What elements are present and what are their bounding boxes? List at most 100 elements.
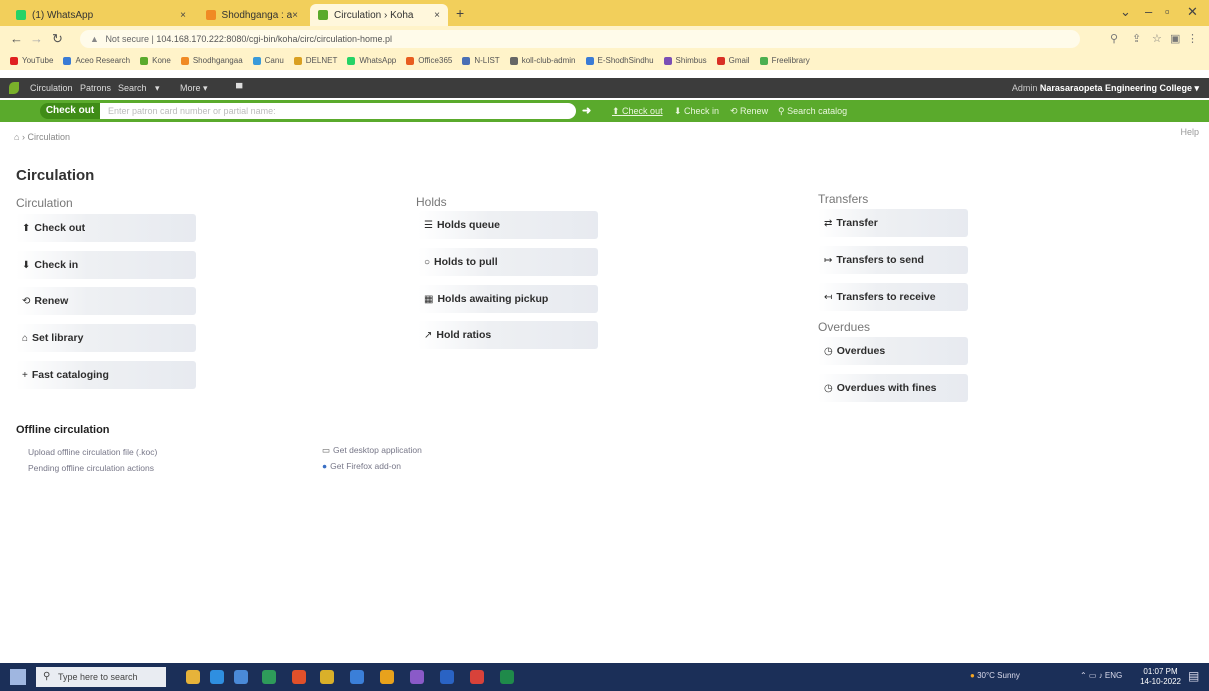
- bookmark-item[interactable]: WhatsApp: [347, 52, 396, 70]
- holds-link-holds-queue[interactable]: ☰ Holds queue: [418, 211, 598, 239]
- overdues-link-icon: ◷: [824, 382, 833, 394]
- get-desktop-app-link[interactable]: ▭ Get desktop application: [322, 445, 422, 456]
- get-firefox-addon-link[interactable]: ● Get Firefox add-on: [322, 461, 401, 471]
- holds-link-holds-awaiting-pickup[interactable]: ▦ Holds awaiting pickup: [418, 285, 598, 313]
- folder-icon[interactable]: [320, 670, 334, 684]
- logged-in-user[interactable]: Admin Narasaraopeta Engineering College …: [1012, 83, 1199, 94]
- tab-check-in[interactable]: ⬇ Check in: [674, 106, 719, 117]
- circulation-heading: Circulation: [16, 196, 73, 210]
- system-tray-icons[interactable]: ⌃ ▭ ♪ ENG: [1080, 671, 1122, 680]
- cart-icon[interactable]: ▀: [236, 83, 242, 93]
- close-icon[interactable]: ×: [180, 10, 186, 21]
- app-icon[interactable]: [410, 670, 424, 684]
- bookmark-item[interactable]: Kone: [140, 52, 171, 70]
- bookmark-item[interactable]: Freelibrary: [759, 52, 810, 70]
- circulation-link-check-out[interactable]: ⬆ Check out: [16, 214, 196, 242]
- weather-widget[interactable]: ● 30°C Sunny: [970, 671, 1020, 680]
- search-dropdown-icon[interactable]: ▾: [155, 83, 160, 94]
- zoom-icon[interactable]: ⚲: [1110, 32, 1118, 45]
- bookmark-item[interactable]: Aceo Research: [63, 52, 130, 70]
- transfers-link-transfer[interactable]: ⇄ Transfer: [818, 209, 968, 237]
- nav-search[interactable]: Search: [118, 83, 147, 93]
- firefox-taskbar-icon[interactable]: [292, 670, 306, 684]
- close-icon[interactable]: ×: [434, 10, 440, 21]
- edge-icon[interactable]: [210, 670, 224, 684]
- profile-icon[interactable]: ⋮: [1187, 32, 1198, 45]
- bookmark-label: Aceo Research: [75, 56, 131, 65]
- circulation-link-set-library[interactable]: ⌂ Set library: [16, 324, 196, 352]
- share-icon[interactable]: ⇪: [1132, 32, 1141, 45]
- bookmark-item[interactable]: DELNET: [293, 52, 338, 70]
- help-link[interactable]: Help: [1180, 127, 1199, 137]
- maximize-icon[interactable]: ▫: [1165, 4, 1170, 19]
- star-icon[interactable]: ☆: [1152, 32, 1162, 45]
- clock[interactable]: 01:07 PM 14-10-2022: [1140, 667, 1181, 687]
- chrome-icon[interactable]: [380, 670, 394, 684]
- bookmark-item[interactable]: Shimbus: [663, 52, 707, 70]
- circulation-link-fast-cataloging[interactable]: + Fast cataloging: [16, 361, 196, 389]
- bookmark-item[interactable]: Gmail: [716, 52, 750, 70]
- holds-link-holds-to-pull[interactable]: ○ Holds to pull: [418, 248, 598, 276]
- overdues-link-overdues[interactable]: ◷ Overdues: [818, 337, 968, 365]
- notifications-icon[interactable]: ▤: [1188, 669, 1199, 683]
- bookmark-item[interactable]: Canu: [252, 52, 284, 70]
- forward-icon[interactable]: →: [30, 31, 43, 46]
- checkout-search-button[interactable]: Check out: [40, 103, 100, 119]
- koha-logo-icon[interactable]: [9, 82, 19, 94]
- close-window-icon[interactable]: ✕: [1187, 4, 1198, 20]
- windows-start-icon[interactable]: [10, 669, 26, 685]
- bookmark-icon: [462, 57, 471, 65]
- bookmark-label: DELNET: [305, 56, 338, 65]
- taskbar-search-input[interactable]: ⚲ Type here to search: [36, 667, 166, 687]
- word-icon[interactable]: [440, 670, 454, 684]
- transfers-link-transfers-to-send[interactable]: ↦ Transfers to send: [818, 246, 968, 274]
- new-tab-button[interactable]: +: [456, 5, 464, 21]
- overdues-link-overdues-with-fines[interactable]: ◷ Overdues with fines: [818, 374, 968, 402]
- bookmark-icon: [716, 57, 725, 65]
- bookmark-item[interactable]: N-LIST: [462, 52, 500, 70]
- extension-icon[interactable]: ▣: [1170, 32, 1180, 45]
- circulation-link-renew[interactable]: ⟲ Renew: [16, 287, 196, 315]
- bookmark-item[interactable]: Office365: [406, 52, 452, 70]
- file-explorer-icon[interactable]: [186, 670, 200, 684]
- bookmark-item[interactable]: YouTube: [10, 52, 53, 70]
- patron-search-input[interactable]: Enter patron card number or partial name…: [100, 103, 576, 119]
- nav-circulation[interactable]: Circulation: [30, 83, 73, 93]
- app-icon[interactable]: [262, 670, 276, 684]
- tab-check-out[interactable]: ⬆ Check out: [612, 106, 663, 117]
- circulation-link-icon: ⌂: [22, 332, 29, 344]
- app-icon[interactable]: [470, 670, 484, 684]
- circulation-link-check-in[interactable]: ⬇ Check in: [16, 251, 196, 279]
- home-icon[interactable]: ⌂: [14, 132, 19, 142]
- url-field[interactable]: ▲ Not secure | 104.168.170.222:8080/cgi-…: [80, 30, 1080, 48]
- tab-label: Check in: [684, 106, 720, 116]
- nav-more[interactable]: More ▾: [180, 83, 208, 94]
- breadcrumb-current: Circulation: [27, 132, 70, 142]
- tab-shodhganga[interactable]: Shodhganga : a reservoir of Ind ×: [198, 4, 306, 26]
- submit-arrow-icon[interactable]: ➜: [582, 104, 591, 117]
- tab-renew[interactable]: ⟲ Renew: [730, 106, 768, 117]
- bookmark-item[interactable]: Shodhgangaa: [180, 52, 243, 70]
- close-icon[interactable]: ×: [292, 10, 298, 21]
- tab-whatsapp[interactable]: (1) WhatsApp ×: [8, 4, 194, 26]
- excel-icon[interactable]: [500, 670, 514, 684]
- nav-patrons[interactable]: Patrons: [80, 83, 111, 93]
- upload-offline-file-link[interactable]: Upload offline circulation file (.koc): [28, 447, 157, 457]
- task-view-icon[interactable]: [234, 670, 248, 684]
- link-label: Holds to pull: [434, 256, 498, 268]
- offline-circulation-heading: Offline circulation: [16, 424, 110, 436]
- holds-link-hold-ratios[interactable]: ↗ Hold ratios: [418, 321, 598, 349]
- holds-heading: Holds: [416, 195, 447, 209]
- bookmark-item[interactable]: koll-club-admin: [509, 52, 576, 70]
- pending-offline-actions-link[interactable]: Pending offline circulation actions: [28, 463, 154, 473]
- tab-search-icon[interactable]: ⌄: [1120, 4, 1131, 20]
- transfers-link-transfers-to-receive[interactable]: ↤ Transfers to receive: [818, 283, 968, 311]
- store-icon[interactable]: [350, 670, 364, 684]
- back-icon[interactable]: ←: [10, 31, 23, 46]
- minimize-icon[interactable]: –: [1145, 4, 1152, 19]
- reload-icon[interactable]: ↻: [52, 31, 63, 47]
- tab-search-catalog[interactable]: ⚲ Search catalog: [778, 106, 847, 117]
- bookmark-item[interactable]: E-ShodhSindhu: [585, 52, 654, 70]
- tab-label: Check out: [622, 106, 663, 116]
- tab-circulation-koha[interactable]: Circulation › Koha ×: [310, 4, 448, 26]
